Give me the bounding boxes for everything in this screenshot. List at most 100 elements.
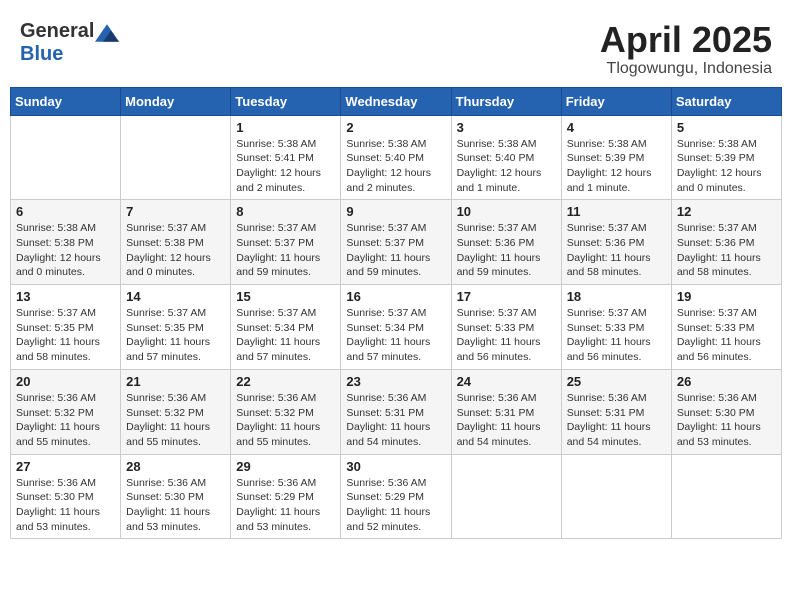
day-info: Sunrise: 5:37 AMSunset: 5:35 PMDaylight:… [16,306,115,365]
day-cell: 27 Sunrise: 5:36 AMSunset: 5:30 PMDayligh… [11,454,121,539]
month-title: April 2025 [600,20,772,60]
week-row-4: 20 Sunrise: 5:36 AMSunset: 5:32 PMDayligh… [11,369,782,454]
day-number: 27 [16,459,115,474]
day-info: Sunrise: 5:38 AMSunset: 5:38 PMDaylight:… [16,221,115,280]
day-cell [561,454,671,539]
week-row-3: 13 Sunrise: 5:37 AMSunset: 5:35 PMDayligh… [11,285,782,370]
logo: General Blue [20,20,120,66]
day-cell: 1 Sunrise: 5:38 AMSunset: 5:41 PMDaylight… [231,115,341,200]
day-cell: 15 Sunrise: 5:37 AMSunset: 5:34 PMDayligh… [231,285,341,370]
day-info: Sunrise: 5:37 AMSunset: 5:37 PMDaylight:… [236,221,335,280]
day-info: Sunrise: 5:36 AMSunset: 5:30 PMDaylight:… [16,476,115,535]
day-number: 18 [567,289,666,304]
day-number: 11 [567,204,666,219]
day-info: Sunrise: 5:37 AMSunset: 5:33 PMDaylight:… [677,306,776,365]
day-cell: 29 Sunrise: 5:36 AMSunset: 5:29 PMDayligh… [231,454,341,539]
day-number: 19 [677,289,776,304]
weekday-header-wednesday: Wednesday [341,87,451,115]
day-number: 26 [677,374,776,389]
day-cell: 20 Sunrise: 5:36 AMSunset: 5:32 PMDayligh… [11,369,121,454]
day-cell: 10 Sunrise: 5:37 AMSunset: 5:36 PMDayligh… [451,200,561,285]
day-cell: 7Sunrise: 5:37 AMSunset: 5:38 PMDaylight… [121,200,231,285]
day-cell: 13 Sunrise: 5:37 AMSunset: 5:35 PMDayligh… [11,285,121,370]
day-number: 12 [677,204,776,219]
day-info: Sunrise: 5:37 AMSunset: 5:33 PMDaylight:… [457,306,556,365]
day-cell: 21 Sunrise: 5:36 AMSunset: 5:32 PMDayligh… [121,369,231,454]
day-number: 15 [236,289,335,304]
day-number: 21 [126,374,225,389]
calendar-table: SundayMondayTuesdayWednesdayThursdayFrid… [10,87,782,540]
day-info: Sunrise: 5:38 AMSunset: 5:41 PMDaylight:… [236,137,335,196]
day-number: 16 [346,289,445,304]
day-cell: 2 Sunrise: 5:38 AMSunset: 5:40 PMDaylight… [341,115,451,200]
day-info: Sunrise: 5:37 AMSunset: 5:38 PMDaylight:… [126,221,225,280]
day-number: 10 [457,204,556,219]
weekday-header-saturday: Saturday [671,87,781,115]
day-info: Sunrise: 5:37 AMSunset: 5:34 PMDaylight:… [236,306,335,365]
day-cell: 17 Sunrise: 5:37 AMSunset: 5:33 PMDayligh… [451,285,561,370]
week-row-5: 27 Sunrise: 5:36 AMSunset: 5:30 PMDayligh… [11,454,782,539]
day-cell: 23Sunrise: 5:36 AMSunset: 5:31 PMDayligh… [341,369,451,454]
day-info: Sunrise: 5:36 AMSunset: 5:32 PMDaylight:… [126,391,225,450]
day-info: Sunrise: 5:36 AMSunset: 5:32 PMDaylight:… [236,391,335,450]
day-cell [11,115,121,200]
day-info: Sunrise: 5:37 AMSunset: 5:33 PMDaylight:… [567,306,666,365]
logo-text: General Blue [20,20,120,66]
day-cell: 18 Sunrise: 5:37 AMSunset: 5:33 PMDayligh… [561,285,671,370]
day-info: Sunrise: 5:36 AMSunset: 5:31 PMDaylight:… [567,391,666,450]
weekday-header-thursday: Thursday [451,87,561,115]
day-info: Sunrise: 5:36 AMSunset: 5:29 PMDaylight:… [346,476,445,535]
day-cell: 11Sunrise: 5:37 AMSunset: 5:36 PMDayligh… [561,200,671,285]
day-cell: 3Sunrise: 5:38 AMSunset: 5:40 PMDaylight… [451,115,561,200]
day-info: Sunrise: 5:37 AMSunset: 5:34 PMDaylight:… [346,306,445,365]
day-number: 1 [236,120,335,135]
day-info: Sunrise: 5:36 AMSunset: 5:31 PMDaylight:… [457,391,556,450]
day-info: Sunrise: 5:37 AMSunset: 5:36 PMDaylight:… [457,221,556,280]
day-number: 2 [346,120,445,135]
day-info: Sunrise: 5:36 AMSunset: 5:32 PMDaylight:… [16,391,115,450]
day-info: Sunrise: 5:36 AMSunset: 5:30 PMDaylight:… [126,476,225,535]
day-cell: 8 Sunrise: 5:37 AMSunset: 5:37 PMDaylight… [231,200,341,285]
day-info: Sunrise: 5:36 AMSunset: 5:30 PMDaylight:… [677,391,776,450]
day-number: 4 [567,120,666,135]
day-cell: 22Sunrise: 5:36 AMSunset: 5:32 PMDayligh… [231,369,341,454]
day-cell [451,454,561,539]
day-info: Sunrise: 5:38 AMSunset: 5:40 PMDaylight:… [346,137,445,196]
weekday-header-monday: Monday [121,87,231,115]
day-number: 24 [457,374,556,389]
day-cell: 5 Sunrise: 5:38 AMSunset: 5:39 PMDaylight… [671,115,781,200]
day-cell: 9 Sunrise: 5:37 AMSunset: 5:37 PMDaylight… [341,200,451,285]
day-info: Sunrise: 5:36 AMSunset: 5:31 PMDaylight:… [346,391,445,450]
day-info: Sunrise: 5:38 AMSunset: 5:40 PMDaylight:… [457,137,556,196]
day-number: 28 [126,459,225,474]
day-info: Sunrise: 5:37 AMSunset: 5:37 PMDaylight:… [346,221,445,280]
day-info: Sunrise: 5:37 AMSunset: 5:35 PMDaylight:… [126,306,225,365]
day-cell: 14 Sunrise: 5:37 AMSunset: 5:35 PMDayligh… [121,285,231,370]
logo-general: General [20,24,120,41]
day-number: 9 [346,204,445,219]
week-row-2: 6Sunrise: 5:38 AMSunset: 5:38 PMDaylight… [11,200,782,285]
day-cell: 24 Sunrise: 5:36 AMSunset: 5:31 PMDayligh… [451,369,561,454]
day-number: 14 [126,289,225,304]
day-number: 20 [16,374,115,389]
day-number: 8 [236,204,335,219]
header: General Blue April 2025 Tlogowungu, Indo… [10,10,782,83]
day-number: 13 [16,289,115,304]
day-info: Sunrise: 5:37 AMSunset: 5:36 PMDaylight:… [677,221,776,280]
day-cell [671,454,781,539]
title-area: April 2025 Tlogowungu, Indonesia [600,20,772,78]
day-cell: 25Sunrise: 5:36 AMSunset: 5:31 PMDayligh… [561,369,671,454]
day-info: Sunrise: 5:36 AMSunset: 5:29 PMDaylight:… [236,476,335,535]
weekday-header-sunday: Sunday [11,87,121,115]
logo-blue: Blue [20,43,63,65]
day-number: 29 [236,459,335,474]
day-number: 17 [457,289,556,304]
day-cell: 12 Sunrise: 5:37 AMSunset: 5:36 PMDayligh… [671,200,781,285]
day-number: 30 [346,459,445,474]
weekday-header-friday: Friday [561,87,671,115]
day-info: Sunrise: 5:38 AMSunset: 5:39 PMDaylight:… [567,137,666,196]
day-number: 5 [677,120,776,135]
day-info: Sunrise: 5:38 AMSunset: 5:39 PMDaylight:… [677,137,776,196]
weekday-header-tuesday: Tuesday [231,87,341,115]
location-title: Tlogowungu, Indonesia [600,60,772,78]
